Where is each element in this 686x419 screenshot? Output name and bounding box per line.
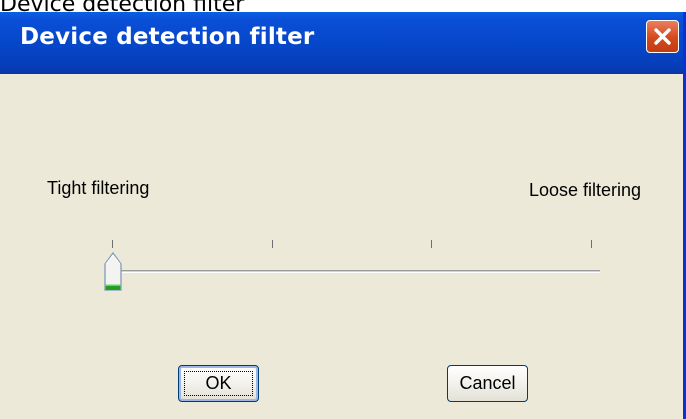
slider-tick [272,240,273,248]
slider-tick [112,240,113,248]
title-bar[interactable]: Device detection filter [0,12,683,74]
tight-filtering-label: Tight filtering [47,178,150,198]
cancel-button-label: Cancel [459,373,516,393]
ok-button[interactable]: OK [178,365,259,402]
slider-thumb[interactable] [102,250,124,294]
slider-tick [431,240,432,248]
close-button[interactable] [646,20,679,53]
loose-filtering-label: Loose filtering [529,180,642,200]
window-title: Device detection filter [20,24,315,50]
dialog-window: Device detection filter Tight filtering … [0,12,686,419]
slider-track[interactable] [110,270,600,273]
cancel-button[interactable]: Cancel [447,365,528,402]
close-icon [654,28,671,45]
ok-button-label: OK [205,373,232,393]
slider-tick [591,240,592,248]
